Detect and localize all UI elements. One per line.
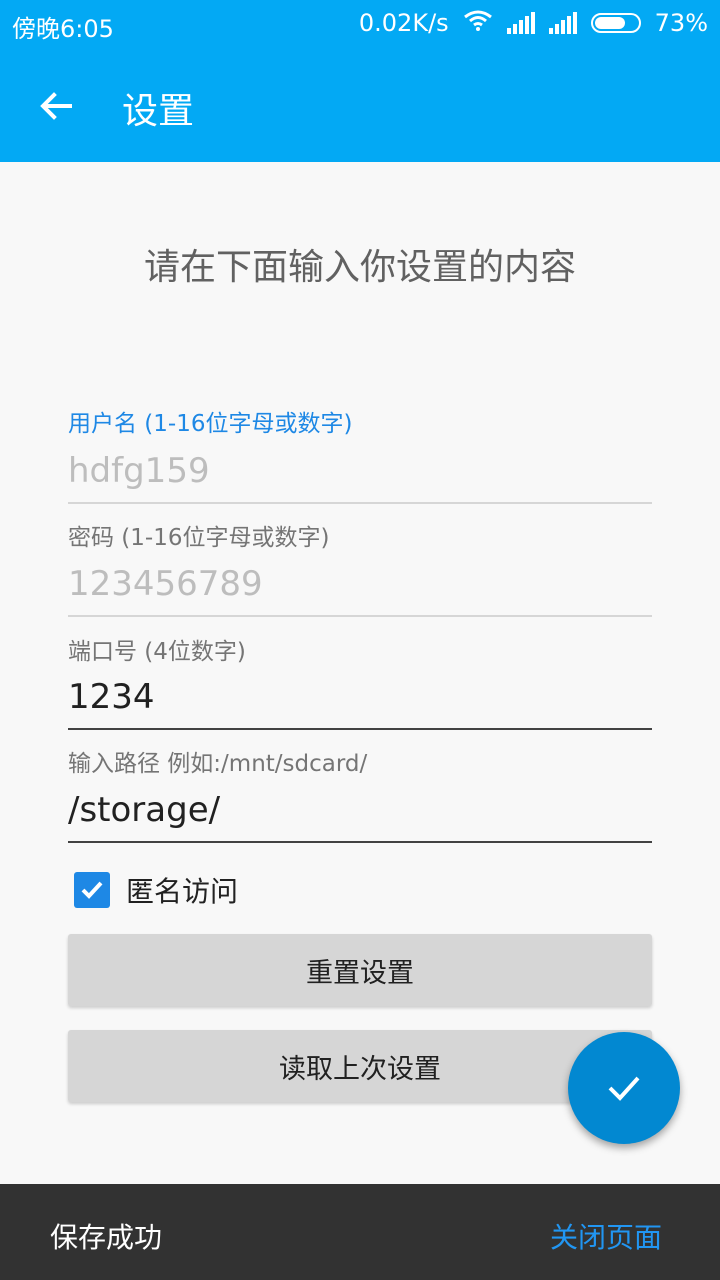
anonymous-access-row[interactable]: 匿名访问 xyxy=(74,870,238,910)
check-icon xyxy=(81,881,103,899)
status-time: 傍晚6:05 xyxy=(12,15,114,43)
status-bar: 傍晚6:05 0.02K/s 73% xyxy=(0,0,720,50)
close-page-button[interactable]: 关闭页面 xyxy=(550,1216,662,1256)
signal-icon-2 xyxy=(548,12,577,34)
username-placeholder: hdfg159 xyxy=(68,451,210,491)
snackbar: 保存成功 关闭页面 xyxy=(0,1184,720,1280)
arrow-left-icon[interactable] xyxy=(36,86,76,126)
battery-percent: 73% xyxy=(654,9,708,37)
snackbar-message: 保存成功 xyxy=(50,1221,163,1254)
save-fab[interactable] xyxy=(568,1032,680,1144)
anonymous-checkbox[interactable] xyxy=(74,872,110,908)
path-field[interactable]: /storage/ xyxy=(68,793,652,843)
battery-icon xyxy=(590,13,641,33)
username-label: 用户名 (1-16位字母或数字) xyxy=(68,411,353,437)
port-field[interactable]: 1234 xyxy=(68,680,652,730)
password-label: 密码 (1-16位字母或数字) xyxy=(68,525,330,551)
port-value: 1234 xyxy=(68,677,155,717)
password-placeholder: 123456789 xyxy=(68,564,263,604)
signal-icon xyxy=(506,12,535,34)
load-last-settings-button[interactable]: 读取上次设置 xyxy=(68,1030,652,1102)
username-field[interactable]: hdfg159 xyxy=(68,454,652,504)
status-right: 0.02K/s 73% xyxy=(359,9,708,37)
reset-settings-button[interactable]: 重置设置 xyxy=(68,934,652,1006)
path-label: 输入路径 例如:/mnt/sdcard/ xyxy=(68,751,368,777)
network-speed: 0.02K/s xyxy=(358,9,449,37)
anonymous-label: 匿名访问 xyxy=(126,875,239,908)
path-value: /storage/ xyxy=(68,790,221,830)
page-title: 设置 xyxy=(122,91,195,132)
wifi-icon xyxy=(463,9,493,37)
app-bar: 设置 xyxy=(0,50,720,162)
password-field[interactable]: 123456789 xyxy=(68,567,652,617)
check-icon xyxy=(608,1076,640,1101)
form-heading: 请在下面输入你设置的内容 xyxy=(143,247,576,288)
port-label: 端口号 (4位数字) xyxy=(68,639,246,665)
